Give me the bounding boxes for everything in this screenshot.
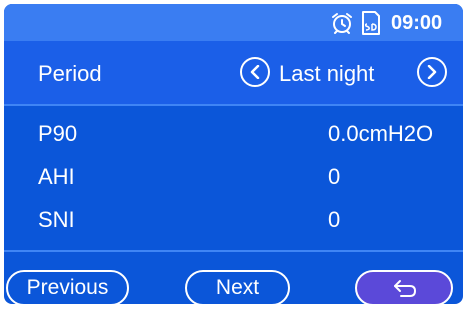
period-next-button[interactable] (417, 57, 447, 87)
metric-value-sni: 0 (328, 207, 341, 232)
back-button[interactable] (355, 270, 453, 304)
period-selector: Period Last night (4, 41, 463, 104)
sd-card-icon (362, 11, 380, 35)
clock-time: 09:00 (391, 12, 443, 34)
divider (4, 104, 463, 106)
previous-button[interactable]: Previous (6, 270, 129, 304)
device-screen: 09:00 Period Last night P90 0.0cmH2O AHI… (4, 4, 463, 304)
period-value: Last night (279, 61, 375, 86)
chevron-right-icon (427, 65, 437, 79)
chevron-left-icon (250, 65, 260, 79)
metric-value-p90: 0.0cmH2O (328, 121, 434, 146)
period-label: Period (38, 61, 102, 86)
period-previous-button[interactable] (240, 57, 270, 87)
alarm-clock-icon (332, 13, 352, 34)
next-button[interactable]: Next (185, 270, 290, 304)
divider (4, 250, 463, 252)
metric-label-sni: SNI (38, 207, 75, 232)
metric-label-p90: P90 (38, 121, 78, 146)
status-bar: 09:00 (4, 4, 463, 41)
return-arrow-icon (394, 280, 417, 297)
metric-value-ahi: 0 (328, 164, 341, 189)
metric-label-ahi: AHI (38, 164, 75, 189)
